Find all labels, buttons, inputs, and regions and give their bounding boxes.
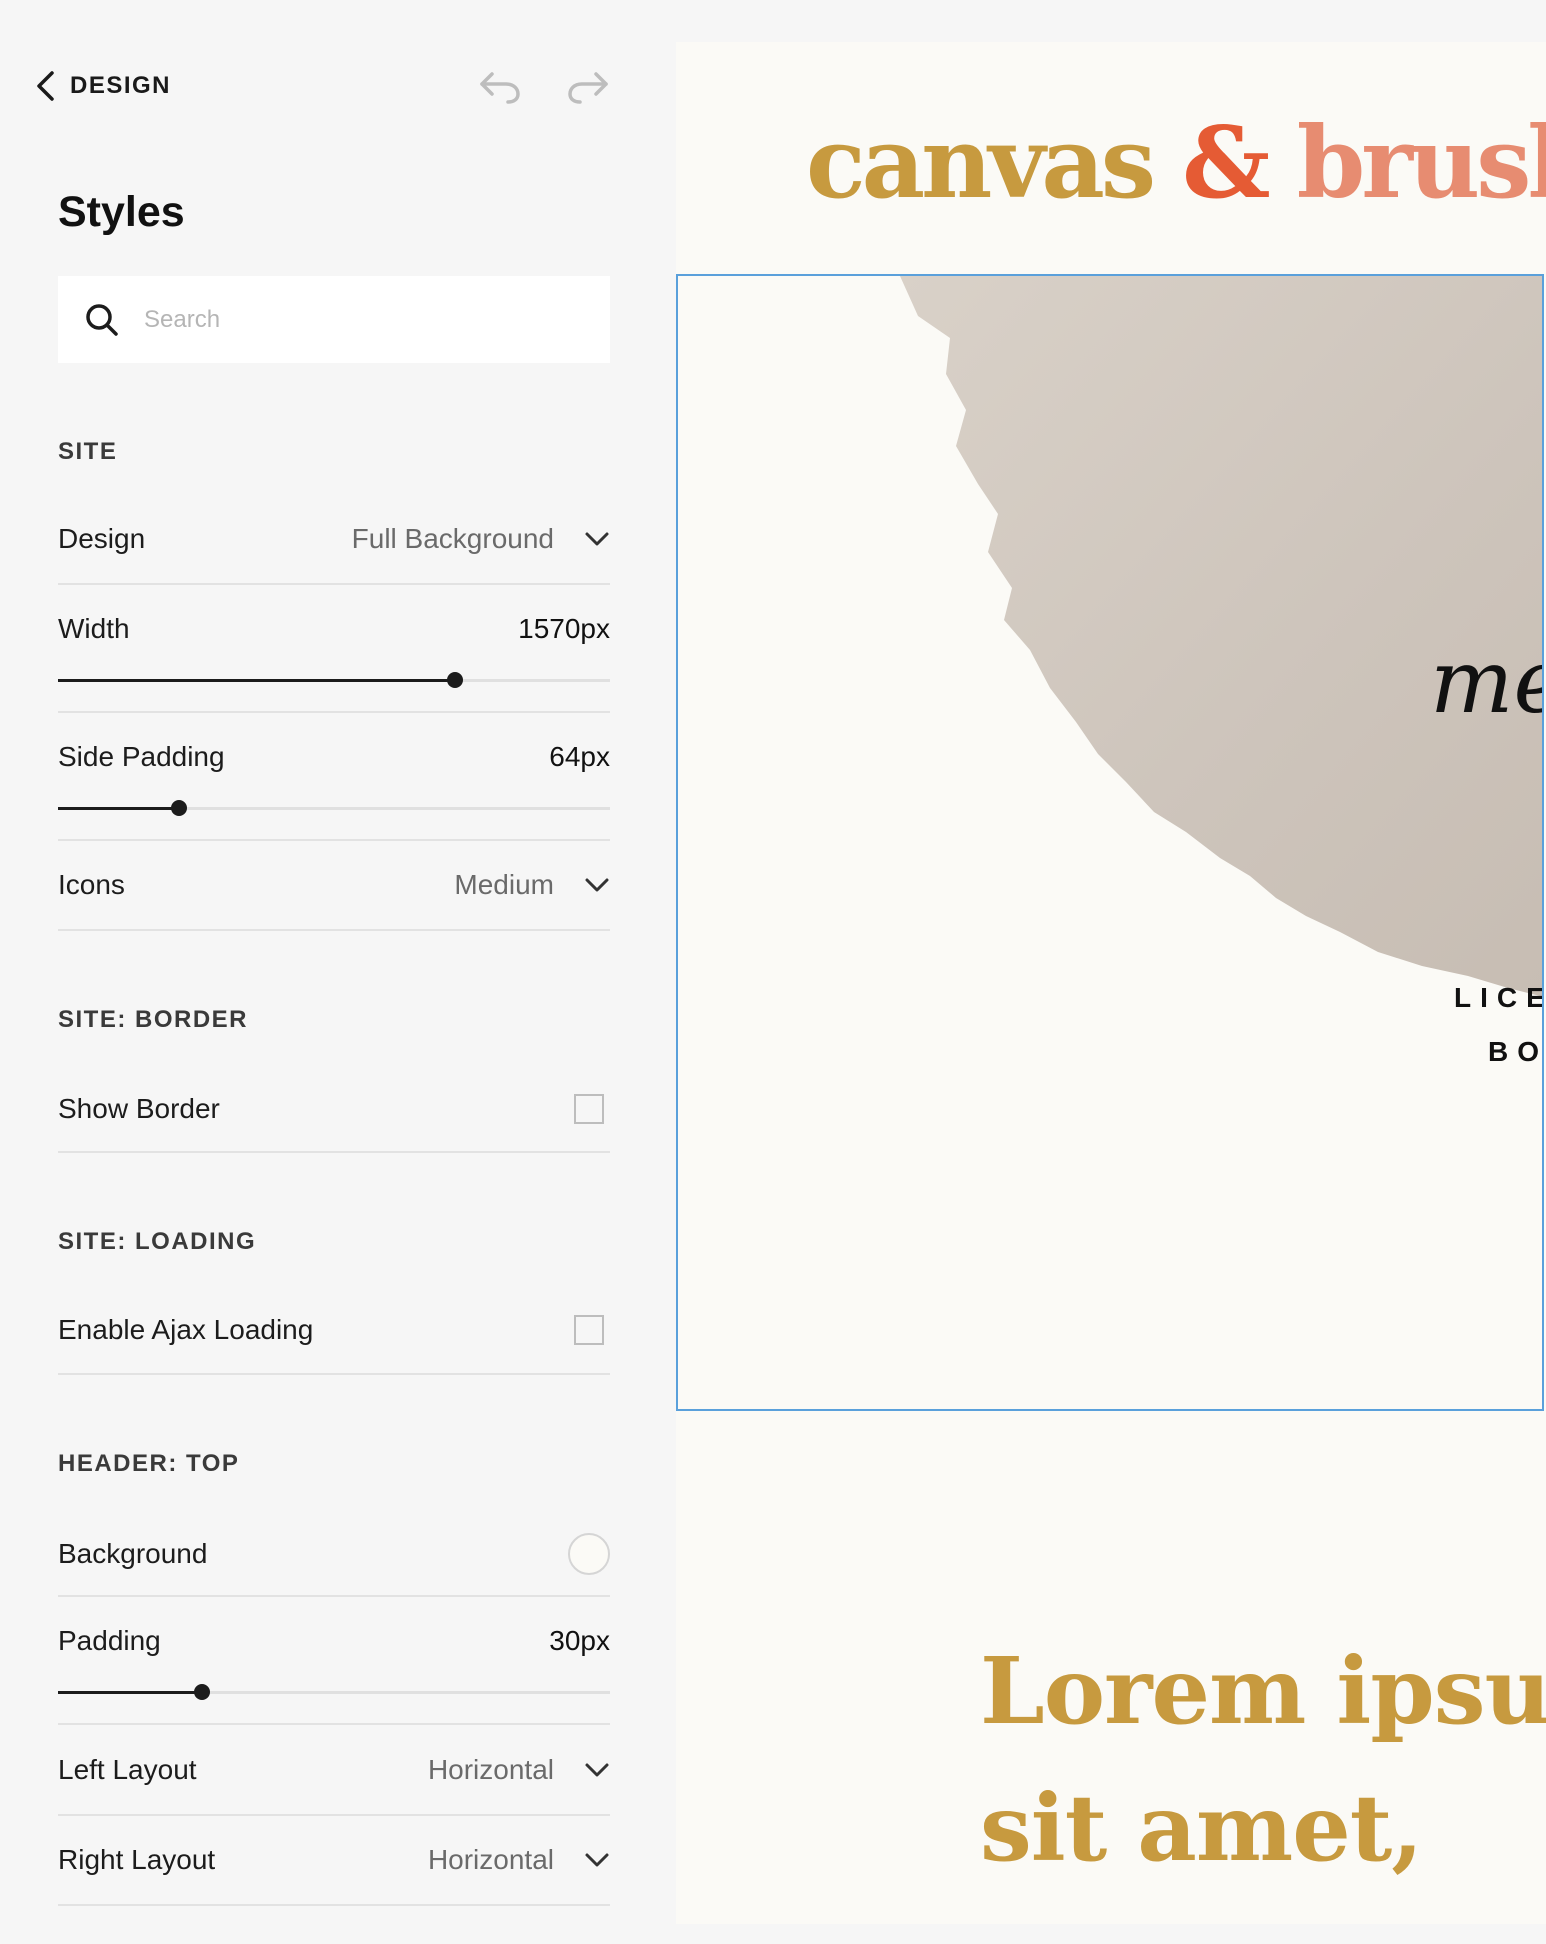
section-heading-site-loading: SITE: LOADING [58, 1228, 257, 1255]
slider-handle[interactable] [193, 1684, 210, 1700]
header-background-setting: Background [58, 1531, 610, 1577]
show-border-checkbox[interactable] [574, 1094, 604, 1124]
divider [58, 1151, 610, 1153]
padding-value: 30px [549, 1625, 610, 1656]
panel-title: Styles [58, 188, 185, 236]
right-layout-value: Horizontal [427, 1844, 554, 1875]
ajax-loading-label: Enable Ajax Loading [58, 1314, 314, 1345]
side-padding-setting: Side Padding 64px [58, 736, 610, 778]
left-layout-label: Left Layout [58, 1754, 197, 1785]
side-padding-value: 64px [549, 741, 610, 772]
back-to-design-button[interactable]: DESIGN [34, 66, 171, 106]
left-layout-value: Horizontal [427, 1754, 554, 1785]
redo-button[interactable] [566, 66, 610, 106]
section-heading-site-border: SITE: BORDER [58, 1006, 249, 1033]
icons-label: Icons [58, 869, 125, 900]
background-label: Background [58, 1538, 208, 1569]
ajax-loading-setting: Enable Ajax Loading [58, 1309, 610, 1351]
icons-select[interactable]: Icons Medium [58, 864, 610, 906]
logo-word-brush: brush [1296, 106, 1546, 221]
redo-icon [568, 72, 608, 104]
logo-ampersand: & [1182, 106, 1271, 221]
hero-script-text: me [1430, 630, 1542, 733]
chevron-down-icon [585, 532, 609, 546]
search-box[interactable] [58, 276, 610, 363]
site-logo[interactable]: canvas & brush [806, 106, 1546, 221]
design-select[interactable]: Design Full Background [58, 518, 610, 560]
padding-label: Padding [58, 1625, 161, 1656]
hero-line-1: LICE [1454, 982, 1544, 1013]
hero-line-2: BO [1488, 1036, 1544, 1067]
header-padding-setting: Padding 30px [58, 1620, 610, 1662]
design-value: Full Background [351, 523, 554, 554]
width-label: Width [58, 613, 130, 644]
left-layout-select[interactable]: Left Layout Horizontal [58, 1749, 610, 1791]
show-border-setting: Show Border [58, 1088, 610, 1130]
slider-handle[interactable] [171, 800, 188, 816]
slider-fill [58, 679, 456, 682]
slider-fill [58, 807, 180, 810]
chevron-down-icon [585, 1853, 609, 1867]
search-input[interactable] [142, 304, 566, 335]
divider [58, 929, 610, 931]
chevron-left-icon [37, 71, 54, 101]
divider [58, 1595, 610, 1597]
divider [58, 583, 610, 585]
torn-paper-image [900, 276, 1542, 997]
background-color-swatch[interactable] [568, 1533, 610, 1575]
divider [58, 1904, 610, 1906]
header-padding-slider[interactable] [58, 1684, 610, 1700]
section-heading-header-top: HEADER: TOP [58, 1450, 240, 1477]
undo-icon [480, 72, 520, 104]
slider-fill [58, 1691, 202, 1694]
chevron-down-icon [585, 1763, 609, 1777]
width-setting: Width 1570px [58, 608, 610, 650]
site-preview[interactable]: canvas & brush me LICE BO Lorem ipsum si… [676, 42, 1546, 1924]
divider [58, 839, 610, 841]
side-padding-label: Side Padding [58, 741, 225, 772]
section-heading-site: SITE [58, 438, 118, 465]
chevron-down-icon [585, 878, 609, 892]
design-label: Design [58, 523, 146, 554]
ajax-loading-checkbox[interactable] [574, 1315, 604, 1345]
width-slider[interactable] [58, 672, 610, 688]
right-layout-label: Right Layout [58, 1844, 216, 1875]
lorem-heading-line-2: sit amet, [980, 1774, 1423, 1882]
divider [58, 1814, 610, 1816]
divider [58, 711, 610, 713]
slider-handle[interactable] [447, 672, 464, 688]
undo-button[interactable] [478, 66, 522, 106]
back-label: DESIGN [70, 72, 172, 99]
divider [58, 1723, 610, 1725]
right-layout-select[interactable]: Right Layout Horizontal [58, 1839, 610, 1881]
side-padding-slider[interactable] [58, 800, 610, 816]
show-border-label: Show Border [58, 1093, 220, 1124]
lorem-heading-line-1: Lorem ipsum [980, 1637, 1546, 1745]
logo-word-canvas: canvas [806, 106, 1156, 221]
icons-value: Medium [454, 869, 554, 900]
divider [58, 1373, 610, 1375]
styles-panel: DESIGN Styles SITE Design Full Backgroun… [0, 0, 676, 1944]
search-icon [86, 303, 118, 336]
selected-header-section[interactable]: me LICE BO [676, 274, 1544, 1411]
width-value: 1570px [518, 613, 610, 644]
